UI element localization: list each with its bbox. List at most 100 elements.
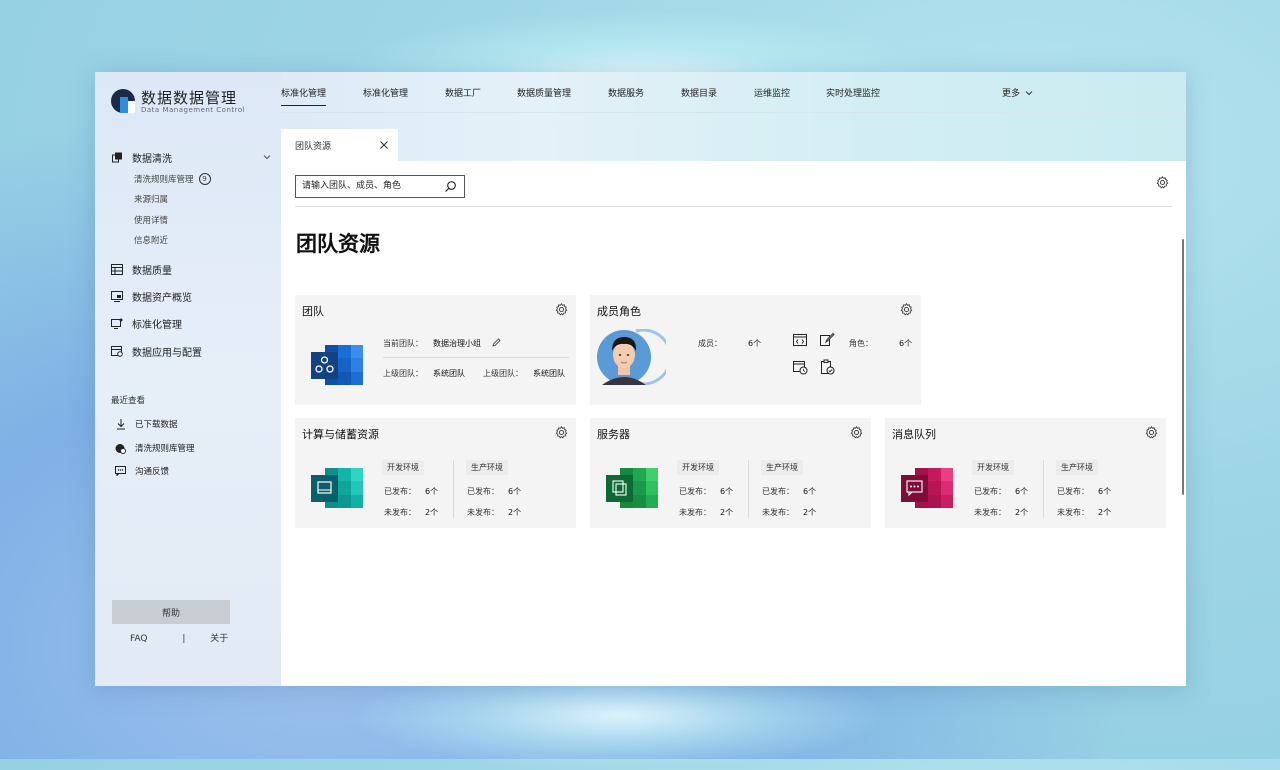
search-box xyxy=(295,175,465,198)
sidebar-subitem-rules[interactable]: 清洗规则库管理 9 xyxy=(134,173,211,185)
published-label: 已发布： xyxy=(762,487,794,496)
unpublished-value: 2个 xyxy=(508,508,522,517)
sidebar-item-standardization[interactable]: 标准化管理 xyxy=(111,314,182,332)
unpublished-label: 未发布： xyxy=(384,508,416,517)
avatar[interactable] xyxy=(596,329,666,385)
sidebar-item-app-config[interactable]: 数据应用与配置 xyxy=(111,342,202,360)
data-quality-icon xyxy=(111,263,123,275)
gear-icon[interactable] xyxy=(900,303,913,316)
card-title: 计算与储蓄资源 xyxy=(302,428,379,441)
code-window-icon[interactable] xyxy=(792,332,808,348)
unpublished-value: 2个 xyxy=(720,508,734,517)
sidebar-item-label: 数据资产概览 xyxy=(132,292,192,304)
faq-link[interactable]: FAQ xyxy=(130,634,147,644)
gear-icon[interactable] xyxy=(1145,426,1158,439)
page-title: 团队资源 xyxy=(296,232,380,256)
tab-data-catalog[interactable]: 数据目录 xyxy=(681,86,717,99)
tab-data-service[interactable]: 数据服务 xyxy=(608,86,644,99)
sidebar-subitem-label: 信息附近 xyxy=(134,236,169,246)
sidebar-item-asset-overview[interactable]: 数据资产概览 xyxy=(111,287,192,305)
footer-links: FAQ | 关于 xyxy=(130,631,228,644)
divider xyxy=(383,357,569,358)
member-role-card[interactable]: 成员角色 成员： 6个 角色： 6个 xyxy=(590,295,921,405)
published-value: 6个 xyxy=(425,487,439,496)
gear-icon[interactable] xyxy=(1156,176,1169,189)
scrollbar[interactable] xyxy=(1182,239,1184,495)
sidebar-subitem-label: 使用详情 xyxy=(134,216,169,226)
sidebar-item-data-clean[interactable]: 数据清洗 xyxy=(111,148,172,166)
card-title: 服务器 xyxy=(597,428,630,441)
standardization-icon xyxy=(111,317,123,329)
compute-storage-card[interactable]: 计算与储蓄资源 开发环境 生产环境 已发布： 6个 未发布： 2个 已发布： 6… xyxy=(295,418,576,528)
env-badge-prod: 生产环境 xyxy=(466,460,508,475)
sidebar-subitem-source[interactable]: 来源归属 xyxy=(134,193,168,205)
unpublished-value: 2个 xyxy=(1098,508,1112,517)
chevron-down-icon[interactable] xyxy=(262,152,272,162)
app-title: 数据数据管理 xyxy=(141,89,238,107)
team-card[interactable]: 团队 当前团队： 数据治理小组 上级团队： 系统团队 上级团队： 系统团队 xyxy=(295,295,576,405)
published-label: 已发布： xyxy=(974,487,1006,496)
tab-team-resources[interactable]: 团队资源 xyxy=(281,129,398,161)
top-nav: 标准化管理 标准化管理 数据工厂 数据质量管理 数据服务 数据目录 运维监控 实… xyxy=(281,72,1186,113)
tab-label: 团队资源 xyxy=(295,142,332,152)
unpublished-label: 未发布： xyxy=(974,508,1006,517)
tab-data-factory[interactable]: 数据工厂 xyxy=(445,86,481,99)
unpublished-label: 未发布： xyxy=(679,508,711,517)
tab-realtime-monitor[interactable]: 实时处理监控 xyxy=(826,86,880,99)
edit-form-icon[interactable] xyxy=(819,332,835,348)
recent-item-feedback[interactable]: 沟通反馈 xyxy=(115,465,169,477)
divider xyxy=(453,460,454,518)
edit-icon[interactable] xyxy=(492,338,501,347)
parent-team-label: 上级团队： xyxy=(383,369,423,378)
published-value: 6个 xyxy=(508,487,522,496)
roles-value: 6个 xyxy=(899,339,913,348)
tab-ops-monitor[interactable]: 运维监控 xyxy=(754,86,790,99)
unpublished-value: 2个 xyxy=(1015,508,1029,517)
recent-item-label: 已下载数据 xyxy=(135,420,178,430)
sidebar-subitem-label: 清洗规则库管理 xyxy=(134,175,194,185)
sidebar-item-label: 数据应用与配置 xyxy=(132,347,202,359)
clipboard-check-icon[interactable] xyxy=(819,359,835,375)
more-menu[interactable]: 更多 xyxy=(1002,86,1033,99)
close-icon[interactable] xyxy=(378,139,390,151)
gear-icon[interactable] xyxy=(555,303,568,316)
unpublished-label: 未发布： xyxy=(467,508,499,517)
parent-team-label: 上级团队： xyxy=(483,369,523,378)
server-card[interactable]: 服务器 开发环境 生产环境 已发布： 6个 未发布： 2个 已发布： 6个 未发… xyxy=(590,418,871,528)
message-queue-card[interactable]: 消息队列 开发环境 生产环境 已发布： 6个 未发布： 2个 已发布： 6个 未… xyxy=(885,418,1166,528)
app-logo[interactable]: 数据数据管理 Data Management Control xyxy=(110,86,270,118)
env-badge-dev: 开发环境 xyxy=(382,460,424,475)
gear-icon[interactable] xyxy=(850,426,863,439)
main-content: 团队资源 团队 当前团队： 数据治理小组 上级团队： xyxy=(281,161,1186,686)
published-label: 已发布： xyxy=(1057,487,1089,496)
tab-standardization-2[interactable]: 标准化管理 xyxy=(363,86,408,99)
env-badge-prod: 生产环境 xyxy=(761,460,803,475)
tab-standardization-1[interactable]: 标准化管理 xyxy=(281,86,327,106)
recent-title: 最近查看 xyxy=(111,396,146,406)
divider xyxy=(748,460,749,518)
count-badge: 9 xyxy=(198,173,211,185)
recent-item-rules[interactable]: 清洗规则库管理 xyxy=(115,442,195,454)
sidebar-item-data-quality[interactable]: 数据质量 xyxy=(111,260,172,278)
app-config-icon xyxy=(111,345,123,357)
tab-data-quality[interactable]: 数据质量管理 xyxy=(517,86,571,99)
gear-icon[interactable] xyxy=(555,426,568,439)
recent-item-downloads[interactable]: 已下载数据 xyxy=(115,418,178,430)
sidebar-subitem-usage[interactable]: 使用详情 xyxy=(134,214,168,226)
about-link[interactable]: 关于 xyxy=(210,631,228,644)
sidebar-subitem-nearby[interactable]: 信息附近 xyxy=(134,234,168,246)
published-value: 6个 xyxy=(1098,487,1112,496)
window-clock-icon[interactable] xyxy=(792,359,808,375)
asset-overview-icon xyxy=(111,290,123,302)
divider xyxy=(1043,460,1044,518)
current-team-value: 数据治理小组 xyxy=(433,339,481,348)
search-input[interactable] xyxy=(302,179,432,193)
more-label: 更多 xyxy=(1002,89,1021,99)
published-label: 已发布： xyxy=(679,487,711,496)
parent-team-value: 系统团队 xyxy=(433,369,465,378)
card-title: 成员角色 xyxy=(597,305,641,318)
unpublished-value: 2个 xyxy=(425,508,439,517)
help-button[interactable]: 帮助 xyxy=(112,600,230,624)
search-icon[interactable] xyxy=(444,180,457,193)
published-label: 已发布： xyxy=(467,487,499,496)
